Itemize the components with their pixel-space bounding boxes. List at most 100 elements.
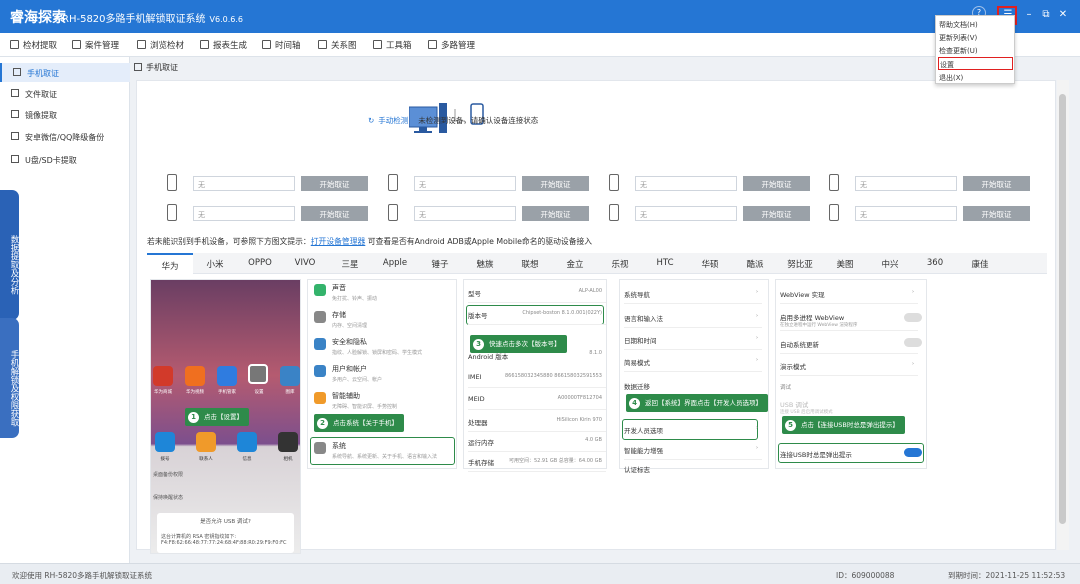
usb-icon: [11, 155, 19, 163]
toolbar-cases[interactable]: 案件管理: [72, 39, 119, 51]
sidebar-item-wechat[interactable]: 安卓微信/QQ降级备份: [0, 127, 130, 146]
app-caption: 设置: [254, 390, 264, 395]
tab-brand[interactable]: 努比亚: [777, 253, 823, 274]
tab-brand[interactable]: 酷派: [733, 253, 777, 274]
tab-brand[interactable]: 美图: [823, 253, 867, 274]
multiprocess-webview-toggle[interactable]: [904, 313, 922, 322]
tab-brand[interactable]: VIVO: [283, 253, 327, 274]
settings-item: 存储 内存、空间清理: [312, 307, 460, 337]
start-forensics-button[interactable]: 开始取证: [743, 176, 810, 191]
manual-detect-link[interactable]: 手动检测: [378, 116, 408, 125]
tab-brand[interactable]: 联想: [507, 253, 553, 274]
menu-item-check-update[interactable]: 检查更新(U): [938, 44, 1013, 57]
device-field[interactable]: 无: [635, 176, 737, 191]
tab-brand[interactable]: 华为: [147, 253, 193, 274]
vtab-data-extract[interactable]: 数据提取及分析: [0, 190, 19, 320]
device-slot: 无开始取证: [167, 204, 377, 222]
detect-message: 未检测到设备，请确认设备连接状态: [418, 116, 539, 125]
close-button[interactable]: ✕: [1057, 9, 1069, 20]
tab-brand[interactable]: 锤子: [417, 253, 463, 274]
start-forensics-button[interactable]: 开始取证: [743, 206, 810, 221]
menu-item-help[interactable]: 帮助文档(H): [938, 18, 1013, 31]
phone-icon: [829, 174, 839, 191]
device-field[interactable]: 无: [193, 176, 295, 191]
toolbar-graph[interactable]: 关系图: [318, 39, 357, 51]
user-icon: [314, 365, 326, 377]
app-icon: [155, 432, 175, 452]
status-bar: 欢迎使用 RH-5820多路手机解锁取证系统 ID：609000088 到期时间…: [0, 563, 1080, 584]
settings-item: 安全和隐私 指纹、人脸解锁、锁屏和密码、学生模式: [312, 334, 460, 364]
device-field[interactable]: 无: [414, 206, 516, 221]
tab-brand[interactable]: 康佳: [957, 253, 1003, 274]
sidebar-item-phone[interactable]: 手机取证: [0, 63, 130, 82]
device-field[interactable]: 无: [855, 176, 957, 191]
main-menu-dropdown: 帮助文档(H) 更新列表(V) 检查更新(U) 设置 退出(X): [935, 15, 1015, 84]
tab-brand[interactable]: 三星: [327, 253, 373, 274]
vertical-scrollbar[interactable]: [1057, 80, 1069, 550]
toolbar-timeline[interactable]: 时间轴: [262, 39, 301, 51]
device-slot: 无开始取证: [609, 204, 819, 222]
vtab-unlock[interactable]: 手机解锁及权限获取: [0, 318, 19, 438]
app-caption: 华为视频: [186, 390, 204, 395]
app-caption: 华为商城: [154, 390, 172, 395]
app-caption: 相机: [283, 457, 293, 462]
toolbar-report[interactable]: 报表生成: [200, 39, 247, 51]
app-icon: [217, 366, 237, 386]
start-forensics-button[interactable]: 开始取证: [301, 176, 368, 191]
guide-system: 系统导航 › 语言和输入法 › 日期和时间 › 简易模式 › 数据迁移 4 返回【系统】界…: [619, 279, 769, 474]
device-field[interactable]: 无: [855, 206, 957, 221]
open-device-manager-link[interactable]: 打开设备管理器: [311, 237, 366, 246]
toolbar-extract[interactable]: 检材提取: [10, 39, 57, 51]
sidebar-item-file[interactable]: 文件取证: [0, 84, 130, 103]
tab-brand[interactable]: OPPO: [237, 253, 283, 274]
toolbox-icon: [373, 40, 382, 49]
shield-icon: [314, 338, 326, 350]
tab-brand[interactable]: 中兴: [867, 253, 913, 274]
toolbar-multi[interactable]: 多路管理: [428, 39, 475, 51]
device-field[interactable]: 无: [193, 206, 295, 221]
device-field[interactable]: 无: [635, 206, 737, 221]
device-field[interactable]: 无: [414, 176, 516, 191]
menu-item-changelog[interactable]: 更新列表(V): [938, 31, 1013, 44]
start-forensics-button[interactable]: 开始取证: [963, 206, 1030, 221]
refresh-icon: ↻: [368, 116, 375, 125]
version-label: V6.0.6.6: [209, 15, 243, 24]
usb-prompt-toggle[interactable]: [904, 448, 922, 457]
toolbar-browse[interactable]: 浏览检材: [137, 39, 184, 51]
breadcrumb: 手机取证: [134, 62, 178, 73]
timeline-icon: [262, 40, 271, 49]
start-forensics-button[interactable]: 开始取证: [963, 176, 1030, 191]
detect-status: ↻ 手动检测 未检测到设备，请确认设备连接状态: [368, 115, 538, 126]
step-5-callout: 5 点击【连接USB时总是弹出提示】: [782, 416, 905, 434]
device-slot: 无开始取证: [167, 174, 377, 192]
menu-item-settings[interactable]: 设置: [938, 57, 1013, 70]
sidebar-item-usb[interactable]: U盘/SD卡提取: [0, 150, 130, 169]
chat-icon: [11, 132, 19, 140]
start-forensics-button[interactable]: 开始取证: [522, 176, 589, 191]
toolbar-toolbox[interactable]: 工具箱: [373, 39, 412, 51]
app-caption: 信息: [242, 457, 252, 462]
scroll-thumb[interactable]: [1059, 94, 1066, 524]
app-caption: 拨号: [160, 457, 170, 462]
menu-item-exit[interactable]: 退出(X): [938, 71, 1013, 84]
tab-brand[interactable]: 小米: [193, 253, 237, 274]
auto-update-toggle[interactable]: [904, 338, 922, 347]
brand-tabs: 华为 小米 OPPO VIVO 三星 Apple 锤子 魅族 联想 金立 乐视 …: [147, 253, 1047, 274]
tab-brand[interactable]: 魅族: [463, 253, 507, 274]
system-icon: [314, 442, 326, 454]
start-forensics-button[interactable]: 开始取证: [301, 206, 368, 221]
app-icon: [237, 432, 257, 452]
minimize-button[interactable]: –: [1023, 9, 1035, 20]
tab-brand[interactable]: 华硕: [687, 253, 733, 274]
tab-brand[interactable]: 乐视: [597, 253, 643, 274]
tab-brand[interactable]: Apple: [373, 253, 417, 274]
tab-brand[interactable]: 360: [913, 253, 957, 274]
sidebar-item-image[interactable]: 镜像提取: [0, 105, 130, 124]
app-icon: [153, 366, 173, 386]
restore-button[interactable]: ⧉: [1040, 9, 1052, 20]
settings-item: 声音 免打扰、铃声、振动: [312, 280, 460, 310]
tab-brand[interactable]: HTC: [643, 253, 687, 274]
start-forensics-button[interactable]: 开始取证: [522, 206, 589, 221]
tab-brand[interactable]: 金立: [553, 253, 597, 274]
device-slot: 无开始取证: [829, 174, 1039, 192]
